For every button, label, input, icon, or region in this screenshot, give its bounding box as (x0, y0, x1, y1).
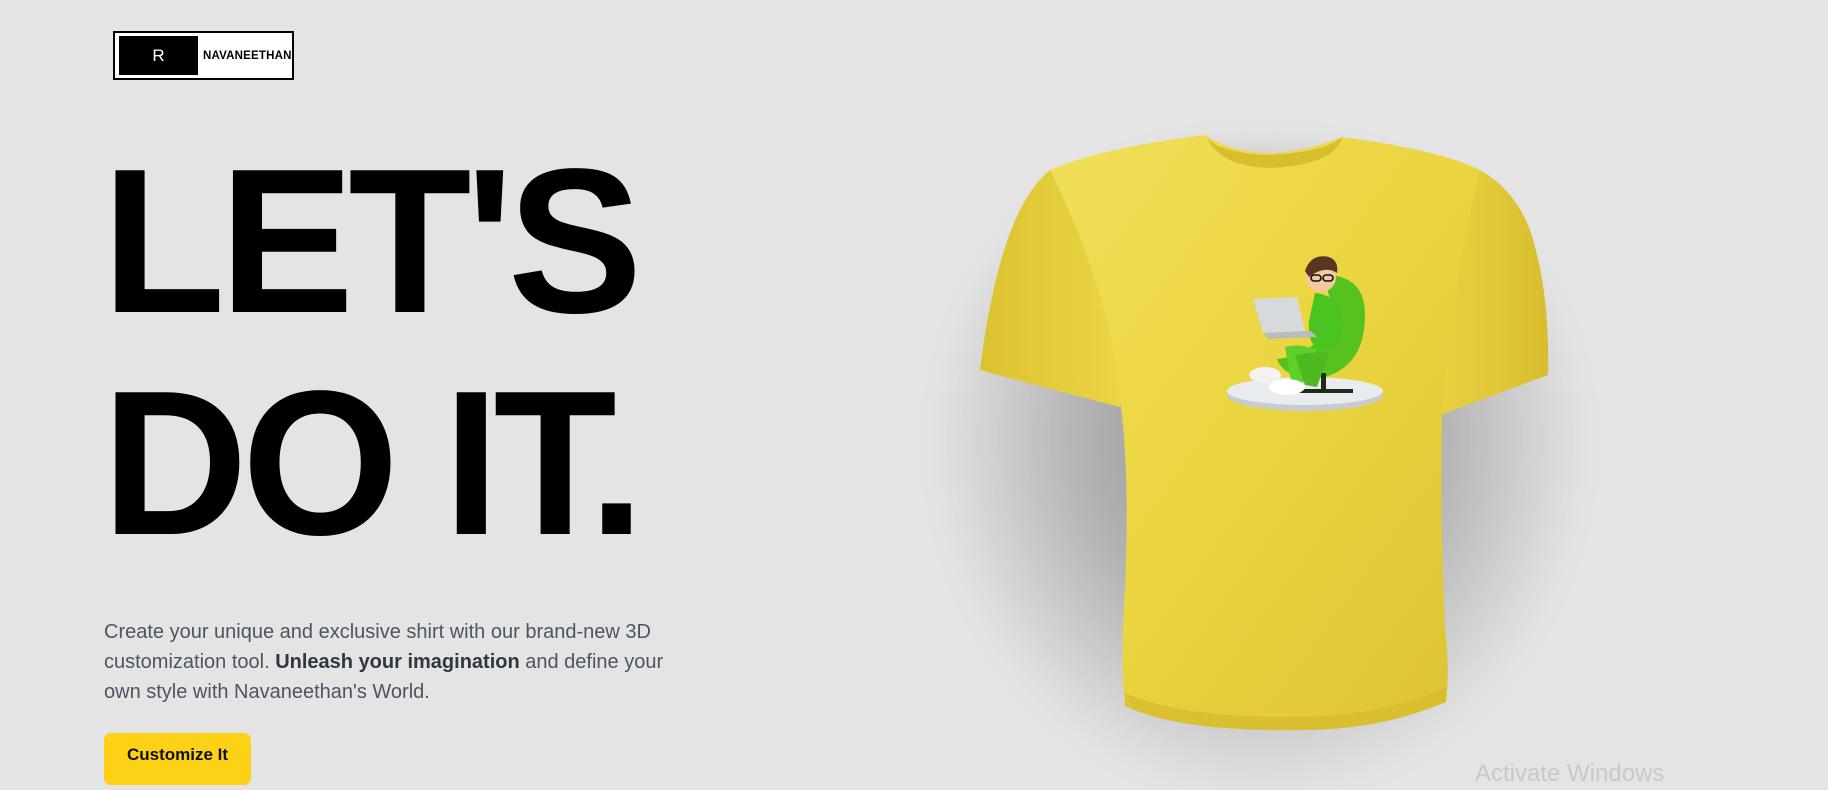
headline-line-1: LET'S (102, 126, 642, 356)
description-emphasis: Unleash your imagination (275, 651, 520, 673)
tshirt-model (980, 135, 1549, 731)
hero-headline: LET'S DO IT. (102, 130, 742, 574)
shirt-preview[interactable] (880, 90, 1680, 790)
customize-button[interactable]: Customize It (104, 733, 251, 785)
headline-line-2: DO IT. (102, 348, 645, 578)
brand-logo[interactable]: R NAVANEETHAN (113, 31, 294, 80)
logo-letter: R (152, 45, 165, 65)
shirt-body (1050, 135, 1480, 731)
brand-name: NAVANEETHAN (203, 49, 292, 62)
logo-mark: R (119, 36, 198, 75)
hero-description: Create your unique and exclusive shirt w… (104, 617, 684, 707)
activate-windows-watermark: Activate Windows (1475, 760, 1665, 787)
